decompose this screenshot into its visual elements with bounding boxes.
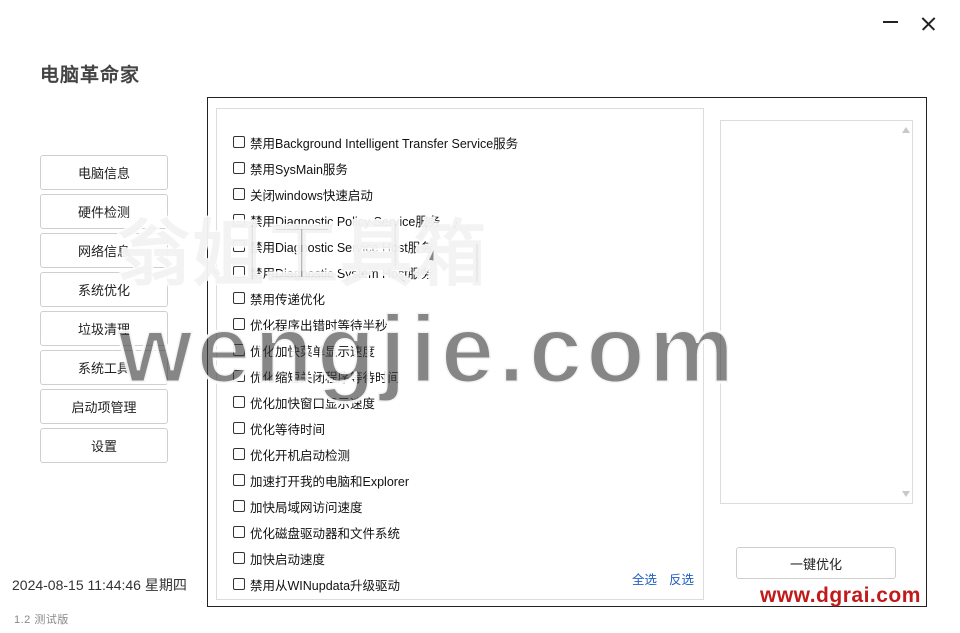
close-button[interactable]	[913, 10, 943, 38]
sidebar-nav: 电脑信息 硬件检测 网络信息 系统优化 垃圾清理 系统工具 启动项管理 设置	[40, 155, 168, 467]
nav-system-optimize-button[interactable]: 系统优化	[40, 272, 168, 307]
option-item[interactable]: 禁用从WINupdata升级驱动	[233, 571, 518, 597]
option-label: 优化加快菜单显示速度	[250, 344, 376, 359]
option-item[interactable]: 禁用Background Intelligent Transfer Servic…	[233, 129, 518, 155]
version-label: 1.2 测试版	[14, 614, 69, 626]
checkbox[interactable]	[233, 370, 245, 382]
options-box: 禁用Background Intelligent Transfer Servic…	[216, 108, 704, 600]
option-item[interactable]: 禁用SysMain服务	[233, 155, 518, 181]
datetime-display: 2024-08-15 11:44:46 星期四	[12, 577, 187, 593]
minimize-icon	[882, 21, 898, 23]
option-label: 禁用Diagnostic Policy Service服务	[250, 214, 441, 229]
option-label: 加速打开我的电脑和Explorer	[250, 474, 410, 489]
option-actions: 全选 反选	[632, 569, 694, 588]
nav-hardware-check-button[interactable]: 硬件检测	[40, 194, 168, 229]
invert-selection-link[interactable]: 反选	[669, 569, 694, 588]
option-label: 禁用从WINupdata升级驱动	[250, 578, 401, 593]
close-icon	[920, 16, 937, 33]
option-item[interactable]: 禁用Diagnostic Policy Service服务	[233, 207, 518, 233]
checkbox[interactable]	[233, 526, 245, 538]
checkbox[interactable]	[233, 266, 245, 278]
option-item[interactable]: 加快启动速度	[233, 545, 518, 571]
nav-settings-button[interactable]: 设置	[40, 428, 168, 463]
scroll-up-arrow-icon[interactable]	[902, 127, 910, 133]
checkbox[interactable]	[233, 448, 245, 460]
option-item[interactable]: 优化加快窗口显示速度	[233, 389, 518, 415]
checkbox[interactable]	[233, 240, 245, 252]
checkbox[interactable]	[233, 552, 245, 564]
option-label: 禁用Diagnostic System Host服务	[250, 266, 433, 281]
option-item[interactable]: 禁用Diagnostic Service Host服务	[233, 233, 518, 259]
option-item[interactable]: 优化加快菜单显示速度	[233, 337, 518, 363]
option-item[interactable]: 优化缩短关闭程序等待时间	[233, 363, 518, 389]
app-title: 电脑革命家	[40, 65, 141, 86]
option-list: 禁用Background Intelligent Transfer Servic…	[233, 129, 518, 597]
checkbox[interactable]	[233, 422, 245, 434]
option-item[interactable]: 优化等待时间	[233, 415, 518, 441]
option-item[interactable]: 加速打开我的电脑和Explorer	[233, 467, 518, 493]
option-item[interactable]: 加快局域网访问速度	[233, 493, 518, 519]
option-item[interactable]: 禁用传递优化	[233, 285, 518, 311]
checkbox[interactable]	[233, 188, 245, 200]
checkbox[interactable]	[233, 318, 245, 330]
checkbox[interactable]	[233, 474, 245, 486]
option-label: 优化缩短关闭程序等待时间	[250, 370, 401, 385]
checkbox[interactable]	[233, 344, 245, 356]
checkbox[interactable]	[233, 162, 245, 174]
option-item[interactable]: 禁用Diagnostic System Host服务	[233, 259, 518, 285]
checkbox[interactable]	[233, 214, 245, 226]
option-label: 优化磁盘驱动器和文件系统	[250, 526, 401, 541]
nav-junk-clean-button[interactable]: 垃圾清理	[40, 311, 168, 346]
option-label: 禁用Diagnostic Service Host服务	[250, 240, 433, 255]
nav-startup-manager-button[interactable]: 启动项管理	[40, 389, 168, 424]
option-item[interactable]: 优化磁盘驱动器和文件系统	[233, 519, 518, 545]
checkbox[interactable]	[233, 292, 245, 304]
checkbox[interactable]	[233, 396, 245, 408]
option-item[interactable]: 关闭windows快速启动	[233, 181, 518, 207]
nav-system-tools-button[interactable]: 系统工具	[40, 350, 168, 385]
option-item[interactable]: 优化程序出错时等待半秒	[233, 311, 518, 337]
minimize-button[interactable]	[875, 10, 905, 38]
option-label: 优化等待时间	[250, 422, 326, 437]
option-label: 优化开机启动检测	[250, 448, 351, 463]
checkbox[interactable]	[233, 578, 245, 590]
log-output-box[interactable]	[720, 120, 913, 504]
optimization-panel: 禁用Background Intelligent Transfer Servic…	[207, 97, 927, 607]
select-all-link[interactable]: 全选	[632, 569, 657, 588]
option-label: 禁用传递优化	[250, 292, 326, 307]
scroll-down-arrow-icon[interactable]	[902, 491, 910, 497]
option-label: 关闭windows快速启动	[250, 188, 373, 203]
nav-network-info-button[interactable]: 网络信息	[40, 233, 168, 268]
option-label: 禁用SysMain服务	[250, 162, 348, 177]
option-item[interactable]: 优化开机启动检测	[233, 441, 518, 467]
option-label: 加快启动速度	[250, 552, 326, 567]
nav-computer-info-button[interactable]: 电脑信息	[40, 155, 168, 190]
option-label: 优化程序出错时等待半秒	[250, 318, 388, 333]
option-label: 禁用Background Intelligent Transfer Servic…	[250, 136, 519, 151]
option-label: 优化加快窗口显示速度	[250, 396, 376, 411]
one-key-optimize-button[interactable]: 一键优化	[736, 547, 896, 579]
checkbox[interactable]	[233, 136, 245, 148]
checkbox[interactable]	[233, 500, 245, 512]
option-label: 加快局域网访问速度	[250, 500, 363, 515]
